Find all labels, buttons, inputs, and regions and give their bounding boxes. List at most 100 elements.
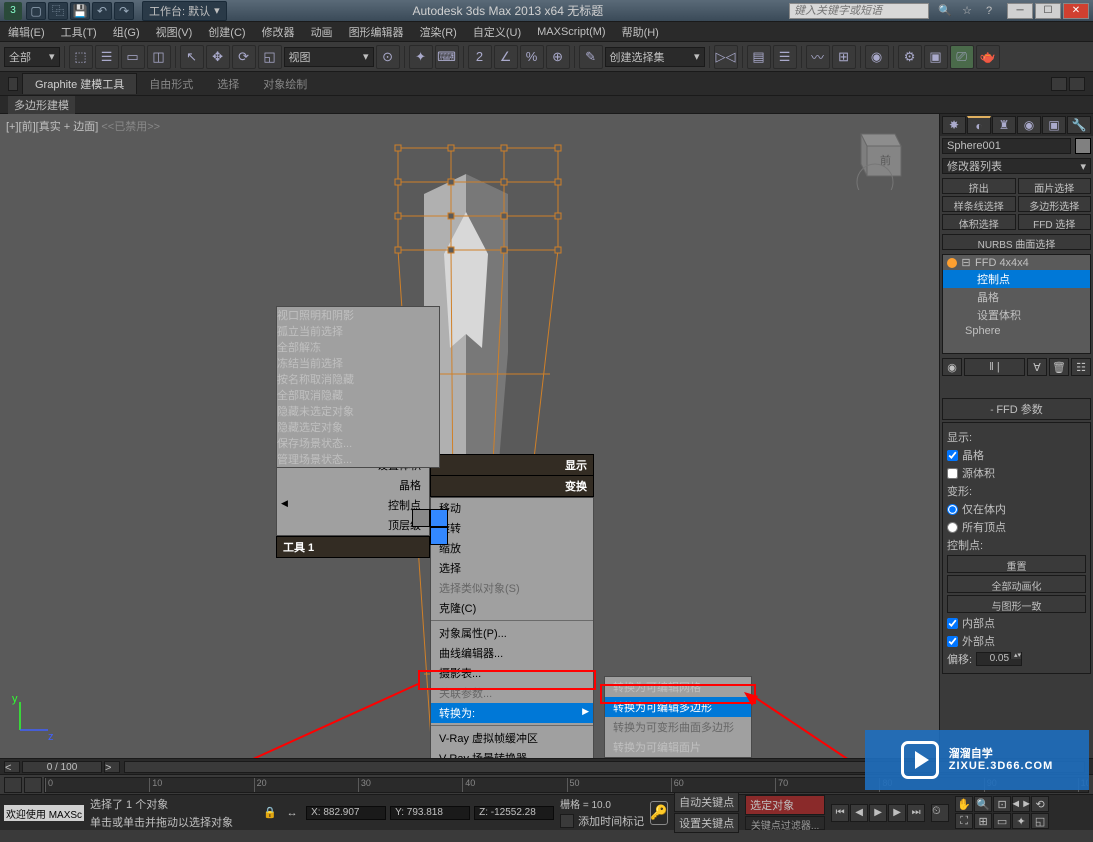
quad-item-curveed[interactable]: 曲线编辑器...: [431, 643, 593, 663]
nav-pan-icon[interactable]: ✋: [955, 796, 973, 812]
schematic-icon[interactable]: ⊞: [832, 45, 856, 69]
select-name-icon[interactable]: ☰: [95, 45, 119, 69]
stack-config-icon[interactable]: ☷: [1071, 358, 1091, 376]
rollout-ffd-header[interactable]: - FFD 参数: [942, 398, 1091, 420]
quad-item-hidesel[interactable]: 隐藏选定对象: [277, 419, 439, 435]
menu-maxscript[interactable]: MAXScript(M): [529, 24, 613, 40]
window-crossing-icon[interactable]: ◫: [147, 45, 171, 69]
snap-spinner-icon[interactable]: ⊕: [546, 45, 570, 69]
quad-item-rotate[interactable]: 旋转: [431, 518, 593, 538]
ribbon-toggle[interactable]: [8, 77, 18, 91]
help-search-input[interactable]: [789, 3, 929, 19]
modbtn-extrude[interactable]: 挤出: [942, 178, 1016, 194]
next-frame-icon[interactable]: ▶: [888, 804, 906, 822]
modbtn-nurbs[interactable]: NURBS 曲面选择: [942, 234, 1091, 250]
nav-zoomextall-icon[interactable]: ⊞: [974, 813, 992, 829]
ffd-chk-inpts[interactable]: 内部点: [947, 615, 1086, 631]
coord-y-field[interactable]: Y: 793.818: [390, 806, 470, 820]
maximize-button[interactable]: ☐: [1035, 3, 1061, 19]
ffd-btn-conform[interactable]: 与图形一致: [947, 595, 1086, 613]
ffd-rad-allverts[interactable]: 所有顶点: [947, 519, 1086, 535]
time-slider-track[interactable]: [124, 761, 1085, 773]
snap-pct-icon[interactable]: %: [520, 45, 544, 69]
ffd-chk-lattice[interactable]: 晶格: [947, 447, 1086, 463]
lock-selection-icon[interactable]: 🔒: [262, 805, 278, 821]
quad-item-vplight[interactable]: 视口照明和阴影: [277, 307, 439, 323]
modbtn-facesel[interactable]: 面片选择: [1018, 178, 1092, 194]
quad-item-unfreezeall[interactable]: 全部解冻: [277, 339, 439, 355]
select-object-icon[interactable]: ↖: [180, 45, 204, 69]
quad-item-clone[interactable]: 克隆(C): [431, 598, 593, 618]
timeslider-right-button[interactable]: >: [104, 761, 120, 773]
menu-group[interactable]: 组(G): [105, 22, 148, 42]
stack-ffd[interactable]: ⊟FFD 4x4x4: [943, 255, 1090, 270]
ffd-btn-reset[interactable]: 重置: [947, 555, 1086, 573]
quad-item-convert[interactable]: 转换为:: [431, 703, 593, 723]
minimize-button[interactable]: ─: [1007, 3, 1033, 19]
menu-grapheditors[interactable]: 图形编辑器: [341, 22, 412, 42]
set-key-mode-button[interactable]: 设置关键点: [674, 813, 739, 833]
new-icon[interactable]: ▢: [26, 2, 46, 20]
quad-item-mgrstate[interactable]: 管理场景状态...: [277, 451, 439, 467]
ribbon-tab-graphite[interactable]: Graphite 建模工具: [22, 73, 137, 94]
quad-item-toplevel[interactable]: 顶层级: [277, 515, 429, 535]
stack-ffd-lattice[interactable]: 晶格: [943, 288, 1090, 306]
help-icon[interactable]: ?: [979, 2, 999, 20]
stack-ffd-setvol[interactable]: 设置体积: [943, 306, 1090, 324]
panel-modify-icon[interactable]: ◐: [967, 116, 991, 134]
timemark-icon[interactable]: [560, 814, 574, 828]
open-icon[interactable]: ⿻: [48, 2, 68, 20]
menu-modifiers[interactable]: 修改器: [254, 22, 303, 42]
quad-item-savestate[interactable]: 保存场景状态...: [277, 435, 439, 451]
timeslider-left-button[interactable]: <: [4, 761, 20, 773]
maxscript-mini-listener[interactable]: 欢迎使用 MAXSc: [4, 805, 84, 821]
quad-item-scale[interactable]: 缩放: [431, 538, 593, 558]
quad-item-ctrlpts[interactable]: 控制点: [277, 495, 429, 515]
menu-tools[interactable]: 工具(T): [53, 22, 105, 42]
stack-unique-icon[interactable]: ∀: [1027, 358, 1047, 376]
ribbon-panel-polymodel[interactable]: 多边形建模: [8, 96, 75, 114]
ribbon-tab-freeform[interactable]: 自由形式: [137, 74, 205, 94]
snap-2d-icon[interactable]: 2: [468, 45, 492, 69]
ribbon-min-icon[interactable]: [1051, 77, 1067, 91]
play-icon[interactable]: ▶: [869, 804, 887, 822]
quad-item-lattice[interactable]: 晶格: [277, 475, 429, 495]
quad-quadrant-br[interactable]: [430, 527, 448, 545]
scale-icon[interactable]: ◱: [258, 45, 282, 69]
nav-region-icon[interactable]: ▭: [993, 813, 1011, 829]
menu-customize[interactable]: 自定义(U): [465, 22, 529, 42]
nav-orbit-icon[interactable]: ⟲: [1031, 796, 1049, 812]
render-prod-icon[interactable]: ⎚: [950, 45, 974, 69]
app-logo-icon[interactable]: 3: [4, 2, 22, 20]
nav-zoomall-icon[interactable]: ⊡: [993, 796, 1011, 812]
stack-remove-icon[interactable]: 🗑: [1049, 358, 1069, 376]
keyboard-shortcut-icon[interactable]: ⌨: [435, 45, 459, 69]
nav-walk-icon[interactable]: ✦: [1012, 813, 1030, 829]
quad-quadrant-tl[interactable]: [412, 509, 430, 527]
abs-rel-icon[interactable]: ↔: [284, 805, 300, 821]
ffd-offset-spinner[interactable]: 0.05: [976, 652, 1022, 666]
render-frame-icon[interactable]: ▣: [924, 45, 948, 69]
panel-display-icon[interactable]: ▣: [1042, 116, 1066, 134]
goto-end-icon[interactable]: ⏭: [907, 804, 925, 822]
panel-utility-icon[interactable]: 🔧: [1067, 116, 1091, 134]
track-ruler[interactable]: 0 10 20 30 40 50 60 70 80 90 100: [44, 777, 1089, 793]
redo-icon[interactable]: ↷: [114, 2, 134, 20]
nav-fov-icon[interactable]: ◄►: [1012, 796, 1030, 812]
infocenter-icon[interactable]: 🔍: [935, 2, 955, 20]
ribbon-opt-icon[interactable]: [1069, 77, 1085, 91]
convert-editmesh[interactable]: 转换为可编辑网格: [605, 677, 751, 697]
ffd-rad-inonly[interactable]: 仅在体内: [947, 501, 1086, 517]
convert-editpoly[interactable]: 转换为可编辑多边形: [605, 697, 751, 717]
time-config-icon[interactable]: ⏲: [931, 804, 949, 822]
ffd-btn-animall[interactable]: 全部动画化: [947, 575, 1086, 593]
menu-rendering[interactable]: 渲染(R): [412, 22, 465, 42]
stack-ffd-ctrlpts[interactable]: 控制点: [943, 270, 1090, 288]
menu-views[interactable]: 视图(V): [148, 22, 201, 42]
set-key-button[interactable]: 🔑: [650, 801, 668, 825]
move-icon[interactable]: ✥: [206, 45, 230, 69]
coord-x-field[interactable]: X: 882.907: [306, 806, 386, 820]
viewport[interactable]: [+][前][真实 + 边面] <<已禁用>> 前: [0, 114, 939, 758]
nav-zoom-icon[interactable]: 🔍: [974, 796, 992, 812]
named-sel-edit-icon[interactable]: ✎: [579, 45, 603, 69]
